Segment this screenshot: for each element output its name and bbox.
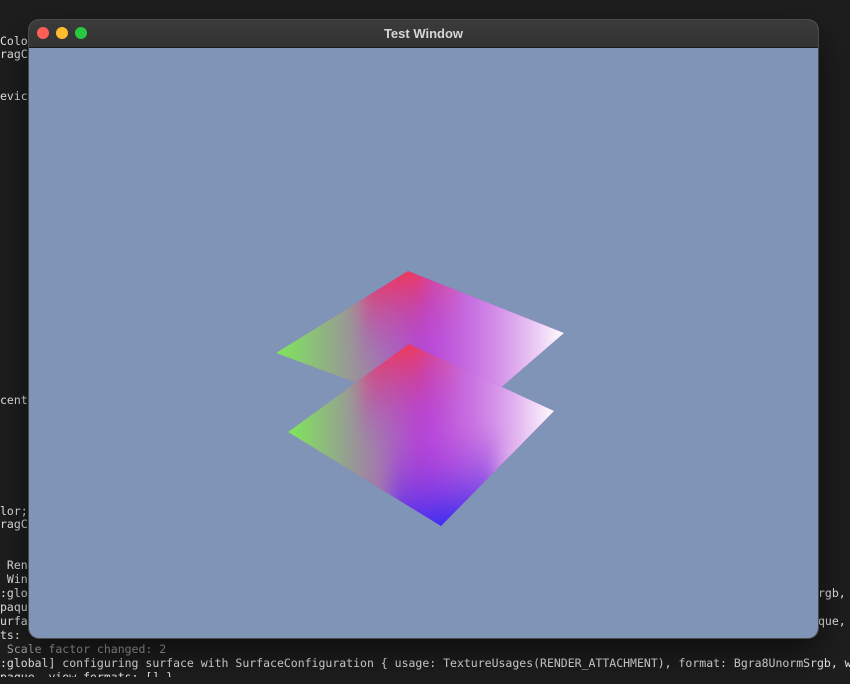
terminal-line: que, bbox=[818, 614, 846, 628]
terminal-line: lor; bbox=[0, 504, 28, 518]
test-window[interactable]: Test Window bbox=[29, 20, 818, 638]
terminal-line: rgb, w bbox=[818, 586, 846, 600]
terminal-line: :glo bbox=[0, 586, 28, 600]
terminal-line: Colo bbox=[0, 34, 28, 48]
title-bar[interactable]: Test Window bbox=[29, 20, 818, 48]
terminal-line: Win bbox=[0, 572, 28, 586]
terminal-line: Ren bbox=[0, 558, 28, 572]
terminal-line: paqu bbox=[0, 600, 28, 614]
terminal-line: ragC bbox=[0, 47, 28, 61]
scene-canvas bbox=[276, 271, 564, 526]
terminal-line: urfa bbox=[0, 614, 28, 628]
render-viewport[interactable] bbox=[29, 48, 818, 638]
terminal-line: ts: bbox=[0, 628, 28, 642]
terminal-partial-line: paque, view_formats: [] } bbox=[0, 670, 174, 684]
terminal-scale-line: Scale factor changed: 2 bbox=[0, 642, 167, 656]
window-title: Test Window bbox=[383, 26, 464, 41]
terminal-configure-line: :global] configuring surface with Surfac… bbox=[0, 656, 850, 670]
terminal-line: cent bbox=[0, 393, 28, 407]
terminal-line: ragC bbox=[0, 517, 28, 531]
terminal-line: evic bbox=[0, 89, 28, 103]
